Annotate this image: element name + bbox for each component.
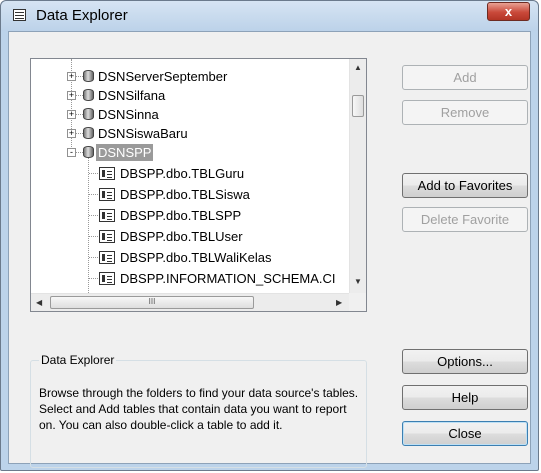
dialog-client-area: + DSNServerSeptember + DSNSilfana + DSNS… <box>8 31 531 468</box>
close-window-button[interactable]: x <box>487 2 530 21</box>
scroll-right-arrow-icon[interactable]: ▶ <box>336 298 342 307</box>
help-button[interactable]: Help <box>402 385 528 410</box>
table-node-label: DBSPP.dbo.TBLSPP <box>120 208 242 223</box>
horizontal-scroll-thumb[interactable]: III <box>50 296 254 309</box>
add-button[interactable]: Add <box>402 65 528 90</box>
database-icon <box>83 89 94 101</box>
expand-toggle[interactable]: + <box>67 72 76 81</box>
expand-toggle[interactable]: + <box>67 91 76 100</box>
scroll-left-arrow-icon[interactable]: ◀ <box>36 298 42 307</box>
tree-connector <box>89 194 98 195</box>
tree-connector <box>76 76 83 77</box>
tree-connector <box>76 133 83 134</box>
tree-connector <box>89 215 98 216</box>
scrollbar-corner <box>349 293 366 311</box>
expand-toggle[interactable]: + <box>67 110 76 119</box>
tree-connector <box>89 173 98 174</box>
tree-connector <box>89 278 98 279</box>
dialog-icon <box>13 9 26 21</box>
tree-connector <box>76 152 83 153</box>
tree-node-label: DSNSilfana <box>98 88 166 103</box>
add-to-favorites-button[interactable]: Add to Favorites <box>402 173 528 198</box>
table-node-label: DBSPP.dbo.TBLSiswa <box>120 187 250 202</box>
tree-guide-line <box>88 149 89 293</box>
expand-toggle[interactable]: + <box>67 129 76 138</box>
tree-connector <box>76 95 83 96</box>
groupbox-description: Browse through the folders to find your … <box>39 386 359 432</box>
tree-connector <box>89 236 98 237</box>
scroll-up-arrow-icon[interactable]: ▲ <box>354 63 362 72</box>
vertical-scroll-thumb[interactable] <box>352 95 364 117</box>
database-icon <box>83 70 94 82</box>
tree-vertical-scrollbar[interactable]: ▲ ▼ <box>349 59 366 293</box>
options-button[interactable]: Options... <box>402 349 528 374</box>
tree-horizontal-scrollbar[interactable]: ◀ III ▶ <box>31 293 349 311</box>
title-bar[interactable]: Data Explorer x <box>1 1 538 31</box>
table-icon <box>99 272 115 285</box>
database-icon <box>83 146 94 158</box>
window-title: Data Explorer <box>36 7 128 24</box>
tree-viewport: + DSNServerSeptember + DSNSilfana + DSNS… <box>31 59 349 293</box>
tree-node-label: DSNSinna <box>98 107 159 122</box>
data-explorer-window: Data Explorer x + DSNServerSeptember + D… <box>0 0 539 471</box>
tree-node-label: DSNSPP <box>96 144 154 161</box>
database-icon <box>83 108 94 120</box>
groupbox-title: Data Explorer <box>39 353 117 367</box>
tree-node-label: DSNSiswaBaru <box>98 126 188 141</box>
tree-connector <box>89 257 98 258</box>
table-icon <box>99 167 115 180</box>
table-node-label: DBSPP.INFORMATION_SCHEMA.CI <box>120 271 336 286</box>
table-node-label: DBSPP.dbo.TBLWaliKelas <box>120 250 272 265</box>
close-button[interactable]: Close <box>402 421 528 446</box>
table-icon <box>99 251 115 264</box>
data-source-tree[interactable]: + DSNServerSeptember + DSNSilfana + DSNS… <box>30 58 367 312</box>
table-icon <box>99 188 115 201</box>
remove-button[interactable]: Remove <box>402 100 528 125</box>
delete-favorite-button[interactable]: Delete Favorite <box>402 207 528 232</box>
table-node-label: DBSPP.dbo.TBLUser <box>120 229 243 244</box>
table-node-label: DBSPP.dbo.TBLGuru <box>120 166 245 181</box>
collapse-toggle[interactable]: - <box>67 148 76 157</box>
tree-connector <box>76 114 83 115</box>
tree-node-label: DSNServerSeptember <box>98 69 228 84</box>
table-icon <box>99 230 115 243</box>
scroll-down-arrow-icon[interactable]: ▼ <box>354 277 362 286</box>
table-icon <box>99 209 115 222</box>
data-explorer-groupbox: Data Explorer Browse through the folders… <box>30 353 367 468</box>
database-icon <box>83 127 94 139</box>
